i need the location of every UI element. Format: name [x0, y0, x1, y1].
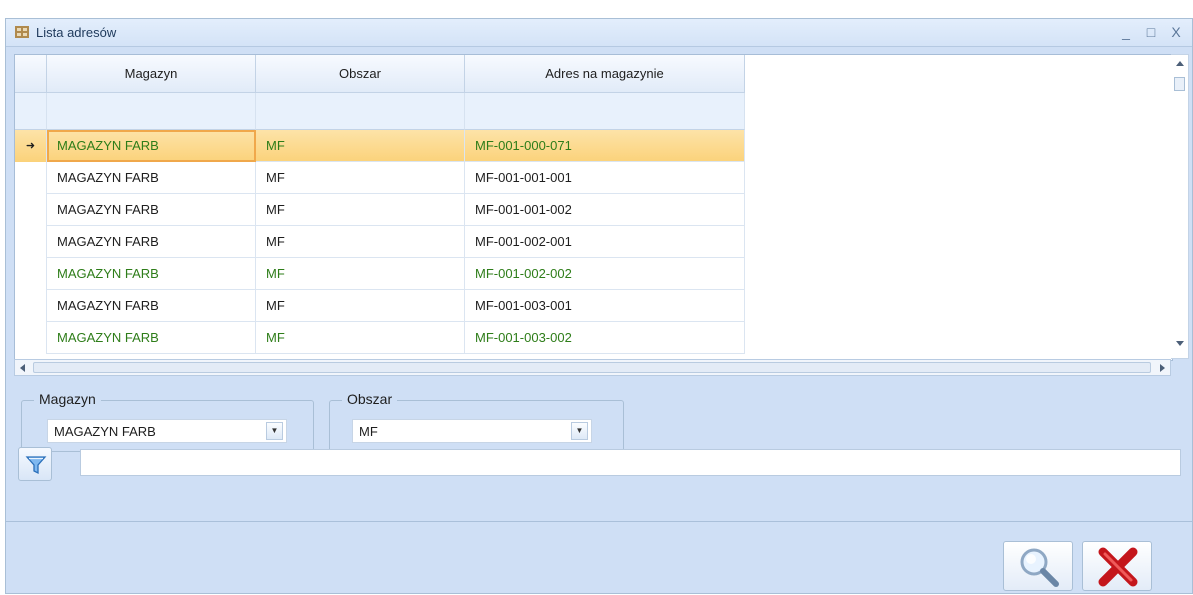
- scroll-down-icon[interactable]: [1176, 341, 1184, 346]
- app-icon: [15, 26, 29, 38]
- row-indicator[interactable]: [15, 162, 47, 194]
- cell-obszar[interactable]: MF: [256, 258, 465, 290]
- cell-adres[interactable]: MF-001-003-001: [465, 290, 745, 322]
- cell-obszar[interactable]: MF: [256, 194, 465, 226]
- obszar-filter-group: Obszar MF ▼: [329, 391, 624, 452]
- row-indicator[interactable]: [15, 194, 47, 226]
- cell-magazyn[interactable]: MAGAZYN FARB: [47, 130, 256, 162]
- cell-magazyn[interactable]: MAGAZYN FARB: [47, 226, 256, 258]
- row-indicator-header: [15, 55, 47, 93]
- cell-magazyn[interactable]: MAGAZYN FARB: [47, 162, 256, 194]
- scroll-right-icon[interactable]: [1160, 364, 1165, 372]
- cell-magazyn[interactable]: MAGAZYN FARB: [47, 194, 256, 226]
- cell-magazyn[interactable]: MAGAZYN FARB: [47, 290, 256, 322]
- cancel-button[interactable]: [1082, 541, 1152, 591]
- magazyn-combo[interactable]: MAGAZYN FARB ▼: [47, 419, 287, 443]
- search-button[interactable]: [1003, 541, 1073, 591]
- row-indicator[interactable]: [15, 226, 47, 258]
- address-list-window: Lista adresów _ □ X Magazyn Obszar Adres…: [5, 18, 1193, 594]
- cell-adres[interactable]: MF-001-002-002: [465, 258, 745, 290]
- obszar-filter-label: Obszar: [342, 391, 398, 407]
- obszar-combo-value: MF: [359, 424, 378, 439]
- auto-filter-obszar[interactable]: [256, 93, 465, 130]
- auto-filter-indicator: [15, 93, 47, 130]
- column-header-adres[interactable]: Adres na magazynie: [465, 55, 745, 93]
- magazyn-filter-label: Magazyn: [34, 391, 101, 407]
- cell-obszar[interactable]: MF: [256, 162, 465, 194]
- scroll-up-icon[interactable]: [1176, 61, 1184, 66]
- table-row[interactable]: MAGAZYN FARB MF MF-001-003-002: [15, 322, 745, 354]
- minimize-button[interactable]: _: [1116, 22, 1136, 42]
- cell-magazyn[interactable]: MAGAZYN FARB: [47, 258, 256, 290]
- funnel-icon: [25, 456, 47, 475]
- table-row[interactable]: MAGAZYN FARB MF MF-001-002-002: [15, 258, 745, 290]
- table-row[interactable]: MAGAZYN FARB MF MF-001-002-001: [15, 226, 745, 258]
- magazyn-filter-group: Magazyn MAGAZYN FARB ▼: [21, 391, 314, 452]
- text-filter-input[interactable]: [80, 449, 1181, 476]
- auto-filter-adres[interactable]: [465, 93, 745, 130]
- close-window-button[interactable]: X: [1166, 22, 1186, 42]
- row-indicator[interactable]: [15, 322, 47, 354]
- cell-magazyn[interactable]: MAGAZYN FARB: [47, 322, 256, 354]
- magnifier-icon: [1020, 548, 1059, 587]
- horizontal-scroll-thumb[interactable]: [33, 362, 1151, 373]
- chevron-down-icon[interactable]: ▼: [571, 422, 588, 440]
- cell-adres[interactable]: MF-001-003-002: [465, 322, 745, 354]
- filter-button[interactable]: [18, 447, 52, 481]
- table-row[interactable]: ➜ MAGAZYN FARB MF MF-001-000-071: [15, 130, 745, 162]
- cell-obszar[interactable]: MF: [256, 290, 465, 322]
- cell-obszar[interactable]: MF: [256, 130, 465, 162]
- current-row-arrow-icon[interactable]: ➜: [15, 130, 47, 162]
- title-bar: Lista adresów _ □ X: [6, 19, 1192, 47]
- auto-filter-magazyn[interactable]: [47, 93, 256, 130]
- address-grid[interactable]: Magazyn Obszar Adres na magazynie ➜ MAGAZ…: [14, 54, 1173, 361]
- magazyn-combo-value: MAGAZYN FARB: [54, 424, 156, 439]
- row-indicator[interactable]: [15, 258, 47, 290]
- horizontal-scrollbar[interactable]: [14, 359, 1171, 376]
- table-row[interactable]: MAGAZYN FARB MF MF-001-003-001: [15, 290, 745, 322]
- obszar-combo[interactable]: MF ▼: [352, 419, 592, 443]
- red-x-icon: [1098, 547, 1138, 587]
- panel-separator: [6, 521, 1192, 522]
- cell-obszar[interactable]: MF: [256, 226, 465, 258]
- table-row[interactable]: MAGAZYN FARB MF MF-001-001-001: [15, 162, 745, 194]
- cell-adres[interactable]: MF-001-001-001: [465, 162, 745, 194]
- scroll-left-icon[interactable]: [20, 364, 25, 372]
- cell-adres[interactable]: MF-001-002-001: [465, 226, 745, 258]
- cell-adres[interactable]: MF-001-001-002: [465, 194, 745, 226]
- vertical-scroll-thumb[interactable]: [1174, 77, 1185, 91]
- cell-adres[interactable]: MF-001-000-071: [465, 130, 745, 162]
- column-header-magazyn[interactable]: Magazyn: [47, 55, 256, 93]
- row-indicator[interactable]: [15, 290, 47, 322]
- table-row[interactable]: MAGAZYN FARB MF MF-001-001-002: [15, 194, 745, 226]
- chevron-down-icon[interactable]: ▼: [266, 422, 283, 440]
- cell-obszar[interactable]: MF: [256, 322, 465, 354]
- window-title: Lista adresów: [36, 25, 117, 40]
- column-header-obszar[interactable]: Obszar: [256, 55, 465, 93]
- maximize-button[interactable]: □: [1141, 22, 1161, 42]
- vertical-scrollbar[interactable]: [1171, 54, 1189, 359]
